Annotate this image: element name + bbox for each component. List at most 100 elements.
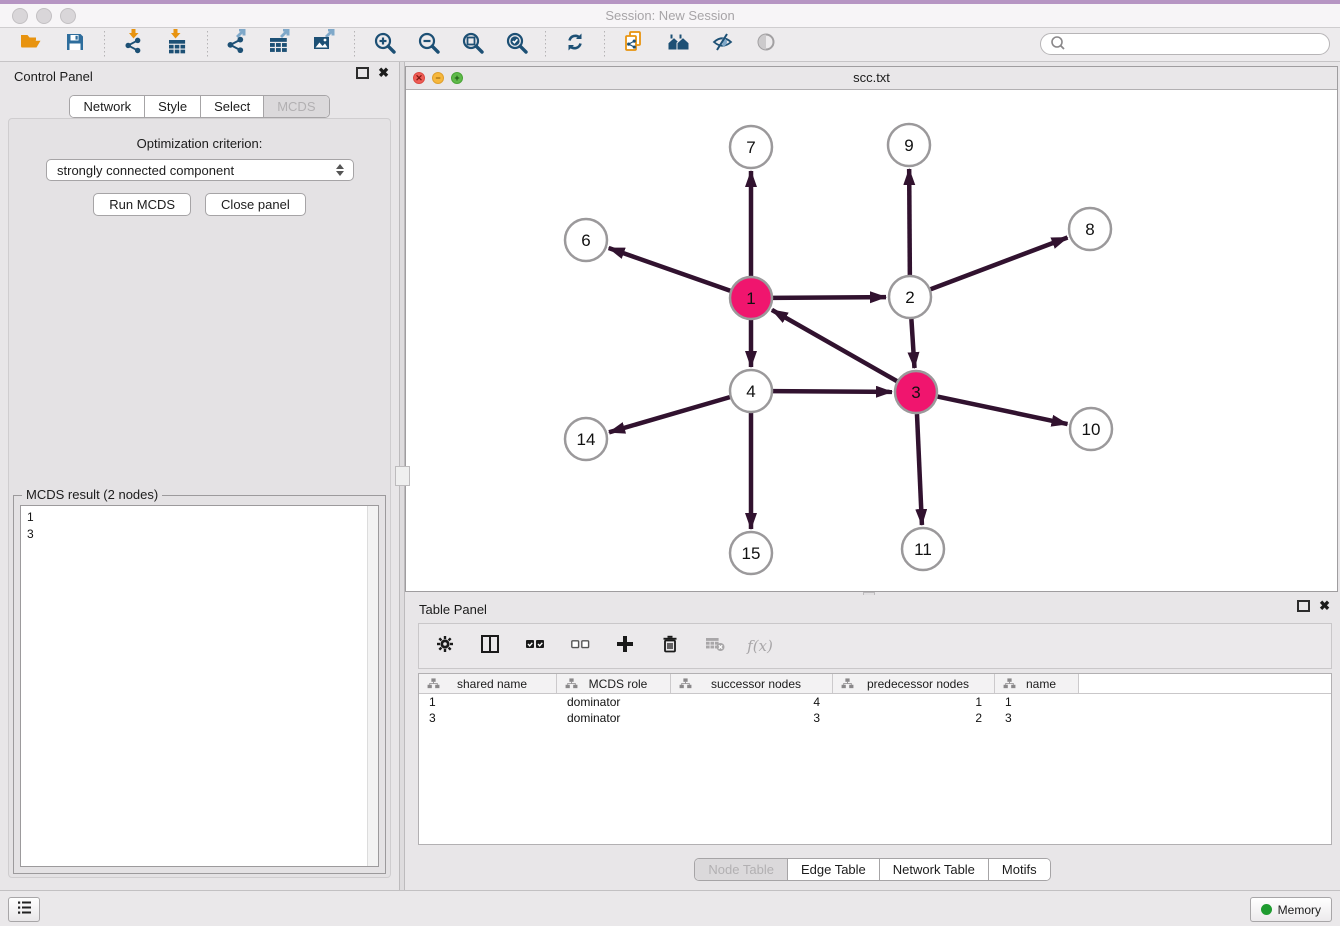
tab-style[interactable]: Style	[145, 96, 201, 117]
cell-successor-nodes[interactable]: 4	[671, 695, 833, 709]
close-table-panel-icon[interactable]: ✖	[1319, 600, 1330, 612]
minimize-window-button[interactable]	[36, 8, 52, 24]
delete-table-button[interactable]	[703, 632, 727, 660]
criterion-dropdown[interactable]: strongly connected component	[46, 159, 354, 181]
function-builder-button[interactable]: f(x)	[748, 632, 772, 660]
edge-3-1[interactable]	[772, 310, 897, 381]
network-window-titlebar[interactable]: ✕ − + scc.txt	[406, 67, 1337, 90]
graph-node-14[interactable]: 14	[565, 418, 607, 460]
table-tab-network-table[interactable]: Network Table	[880, 859, 989, 880]
graph-node-11[interactable]: 11	[902, 528, 944, 570]
column-header-shared-name[interactable]: shared name	[419, 674, 557, 693]
column-header-name[interactable]: name	[995, 674, 1079, 693]
panel-splitter-grip[interactable]	[395, 466, 410, 486]
hide-eye-button[interactable]	[707, 31, 737, 59]
column-header-MCDS-role[interactable]: MCDS role	[557, 674, 671, 693]
tab-mcds[interactable]: MCDS	[264, 96, 328, 117]
status-bar: Memory	[0, 890, 1340, 926]
graph-node-7[interactable]: 7	[730, 126, 772, 168]
refresh-view-button[interactable]	[560, 31, 590, 59]
edge-3-11[interactable]	[917, 414, 922, 525]
save-session-button[interactable]	[60, 31, 90, 59]
table-row[interactable]: 3dominator323	[419, 710, 1331, 726]
search-input[interactable]	[1065, 34, 1329, 54]
export-table-button[interactable]	[266, 31, 296, 59]
task-list-icon	[15, 898, 34, 921]
float-table-panel-icon[interactable]	[1297, 600, 1310, 612]
cell-name[interactable]: 3	[995, 711, 1079, 725]
delete-column-button[interactable]	[658, 632, 682, 660]
toggle-columns-button[interactable]	[478, 632, 502, 660]
cell-predecessor-nodes[interactable]: 1	[833, 695, 995, 709]
memory-button[interactable]: Memory	[1250, 897, 1332, 922]
graph-node-8[interactable]: 8	[1069, 208, 1111, 250]
table-tab-edge-table[interactable]: Edge Table	[788, 859, 880, 880]
cell-shared-name[interactable]: 3	[419, 711, 557, 725]
column-header-successor-nodes[interactable]: successor nodes	[671, 674, 833, 693]
column-header-label: shared name	[440, 677, 556, 691]
graph-node-2[interactable]: 2	[889, 276, 931, 318]
cell-MCDS-role[interactable]: dominator	[557, 711, 671, 725]
close-window-button[interactable]	[12, 8, 28, 24]
graph-node-6[interactable]: 6	[565, 219, 607, 261]
open-session-button[interactable]	[16, 31, 46, 59]
edge-2-8[interactable]	[931, 237, 1068, 289]
search-box[interactable]	[1040, 33, 1330, 55]
close-panel-button[interactable]: Close panel	[205, 193, 306, 216]
edge-2-9[interactable]	[909, 169, 910, 275]
edge-3-10[interactable]	[938, 397, 1068, 424]
cell-shared-name[interactable]: 1	[419, 695, 557, 709]
tab-select[interactable]: Select	[201, 96, 264, 117]
graph-node-15[interactable]: 15	[730, 532, 772, 574]
select-all-checkboxes-button[interactable]	[523, 632, 547, 660]
zoom-in-button[interactable]	[369, 31, 399, 59]
table-panel: Table Panel ✖ f(x) shared nameMCDS roles…	[405, 595, 1340, 888]
cell-successor-nodes[interactable]: 3	[671, 711, 833, 725]
graph-node-9[interactable]: 9	[888, 124, 930, 166]
export-network-button[interactable]	[222, 31, 252, 59]
import-network-button[interactable]	[119, 31, 149, 59]
zoom-fit-button[interactable]	[457, 31, 487, 59]
settings-gear-button[interactable]	[433, 632, 457, 660]
edge-2-3[interactable]	[911, 319, 914, 368]
run-mcds-button[interactable]: Run MCDS	[93, 193, 191, 216]
tab-network[interactable]: Network	[70, 96, 145, 117]
cell-MCDS-role[interactable]: dominator	[557, 695, 671, 709]
graph-node-4[interactable]: 4	[730, 370, 772, 412]
cell-name[interactable]: 1	[995, 695, 1079, 709]
table-body: 1dominator4113dominator323	[419, 694, 1331, 726]
import-table-button[interactable]	[163, 31, 193, 59]
task-history-button[interactable]	[8, 897, 40, 922]
select-all-checkboxes-icon	[525, 635, 545, 658]
edge-1-6[interactable]	[609, 248, 731, 291]
export-image-button[interactable]	[310, 31, 340, 59]
table-tab-motifs[interactable]: Motifs	[989, 859, 1050, 880]
graph-node-10[interactable]: 10	[1070, 408, 1112, 450]
graph-node-1[interactable]: 1	[730, 277, 772, 319]
clone-network-icon	[622, 30, 646, 59]
edge-4-14[interactable]	[609, 397, 730, 432]
edge-4-3[interactable]	[773, 391, 892, 392]
table-row[interactable]: 1dominator411	[419, 694, 1331, 710]
toolbar-separator	[207, 31, 208, 59]
maximize-window-button[interactable]	[60, 8, 76, 24]
network-canvas[interactable]: 1 2 3 4 6 7 8 9 10 11 14 15	[406, 89, 1337, 591]
float-panel-icon[interactable]	[356, 67, 369, 79]
home-button[interactable]	[663, 31, 693, 59]
close-panel-icon[interactable]: ✖	[378, 67, 389, 79]
delete-table-icon	[706, 636, 725, 657]
result-scrollbar[interactable]	[367, 506, 378, 866]
node-table[interactable]: shared nameMCDS rolesuccessor nodesprede…	[418, 673, 1332, 845]
zoom-out-button[interactable]	[413, 31, 443, 59]
show-eye-button[interactable]	[751, 31, 781, 59]
graph-node-3[interactable]: 3	[895, 371, 937, 413]
clone-network-button[interactable]	[619, 31, 649, 59]
edge-1-2[interactable]	[773, 297, 886, 298]
table-tab-node-table[interactable]: Node Table	[695, 859, 788, 880]
clear-selection-checkboxes-button[interactable]	[568, 632, 592, 660]
add-column-button[interactable]	[613, 632, 637, 660]
zoom-selected-button[interactable]	[501, 31, 531, 59]
column-header-predecessor-nodes[interactable]: predecessor nodes	[833, 674, 995, 693]
cell-predecessor-nodes[interactable]: 2	[833, 711, 995, 725]
mcds-result-textarea[interactable]: 13	[20, 505, 379, 867]
